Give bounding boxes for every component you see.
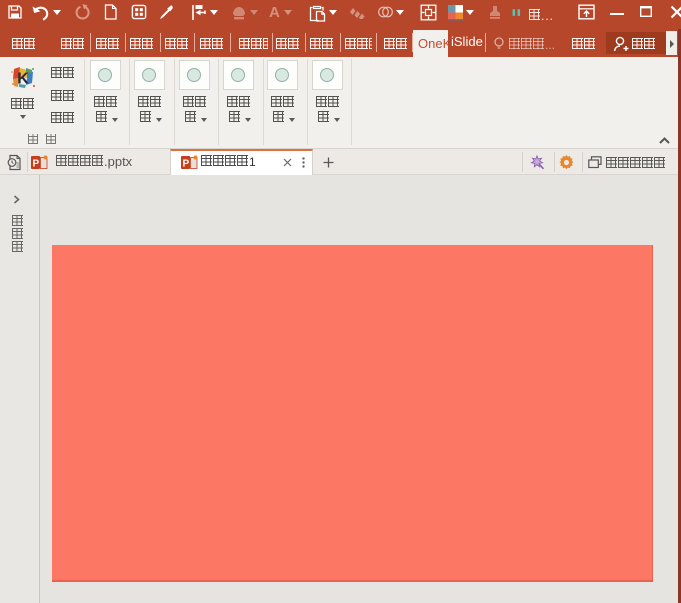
svg-text:K: K [17, 71, 29, 88]
svg-text:P: P [33, 159, 40, 170]
svg-text:P: P [183, 159, 190, 170]
